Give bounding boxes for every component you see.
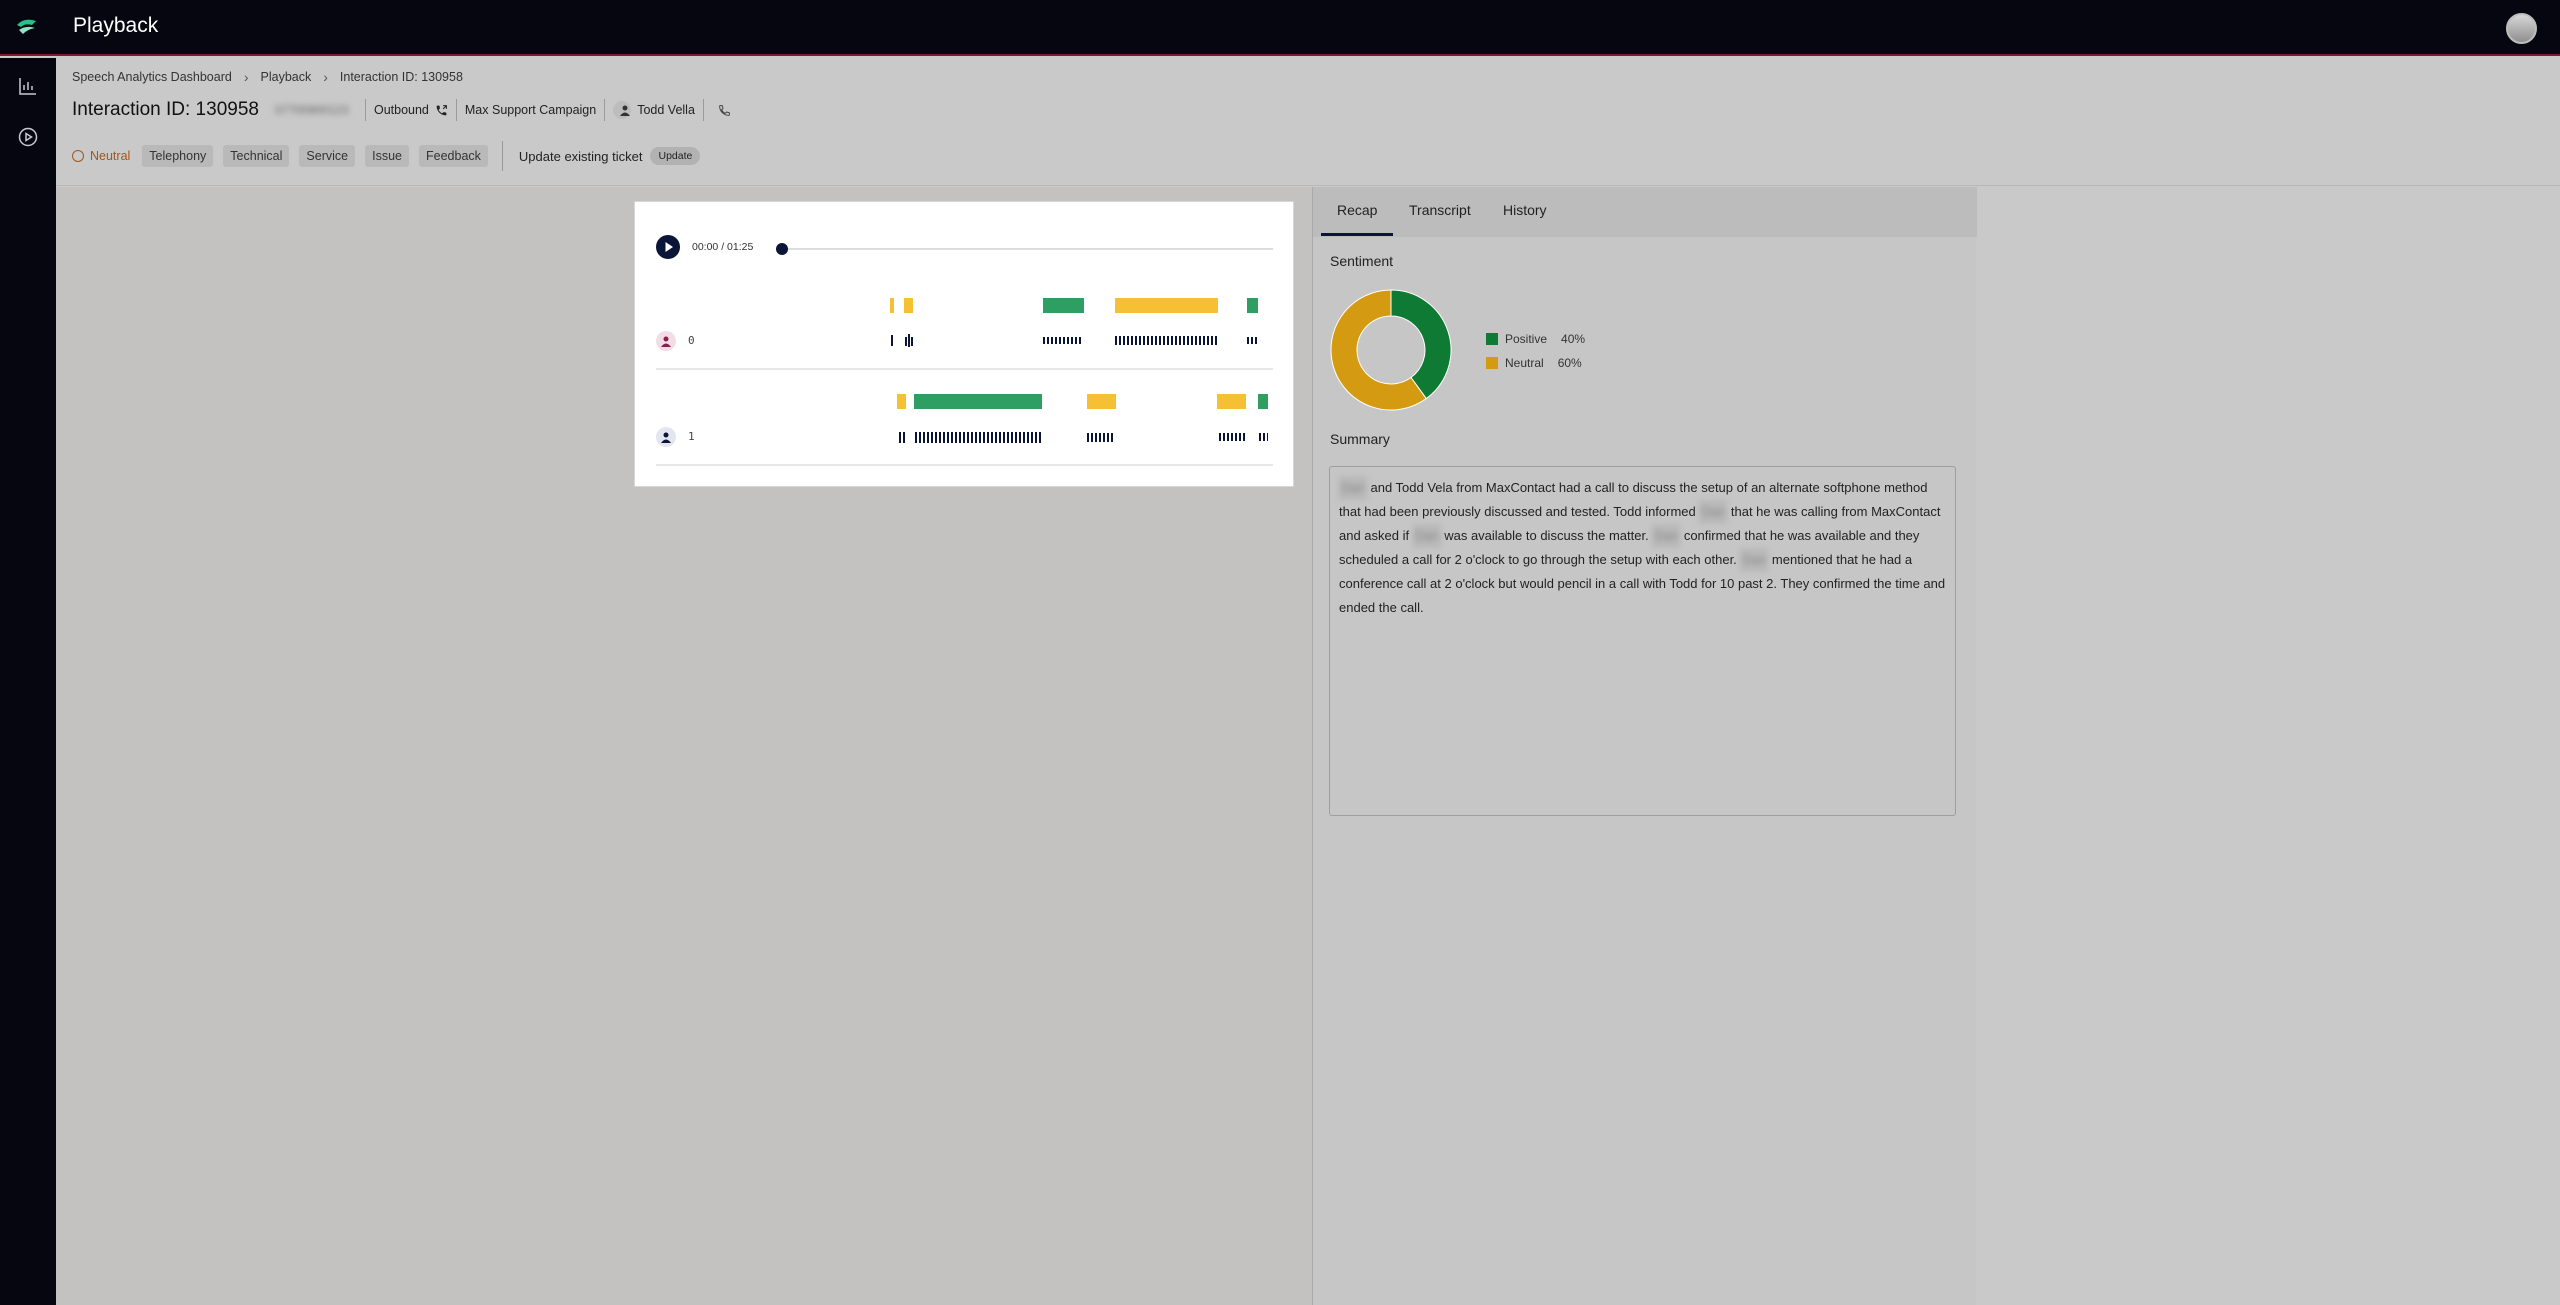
waveform-segment	[1258, 433, 1268, 441]
page-header: Speech Analytics Dashboard › Playback › …	[56, 58, 2560, 186]
person-icon	[661, 336, 671, 347]
play-circle-icon[interactable]	[17, 126, 39, 148]
speaker-0-avatar	[656, 331, 676, 351]
user-avatar-icon[interactable]	[2506, 13, 2537, 44]
redacted-name: Dan	[1699, 500, 1728, 524]
tags-row: Neutral Telephony Technical Service Issu…	[72, 141, 701, 171]
speaker-1-label: 1	[688, 430, 695, 443]
redacted-name: Dan	[1412, 524, 1441, 548]
speaker-0-label: 0	[688, 334, 695, 347]
person-icon	[661, 432, 671, 443]
sentiment-segment[interactable]	[1115, 298, 1218, 313]
top-bar: Playback	[0, 0, 2560, 56]
redacted-name: Dan	[1339, 476, 1367, 500]
waveform-segment	[897, 432, 907, 443]
tag-feedback[interactable]: Feedback	[419, 145, 488, 167]
tag-technical[interactable]: Technical	[223, 145, 290, 167]
tag-issue[interactable]: Issue	[365, 145, 409, 167]
legend-value: 40%	[1561, 332, 1586, 346]
title-row: Interaction ID: 130958 07700900123 Outbo…	[72, 96, 739, 124]
chevron-right-icon: ›	[323, 69, 328, 85]
legend-label: Neutral	[1505, 356, 1544, 370]
summary-text: Dan and Todd Vela from MaxContact had a …	[1329, 466, 1956, 816]
sentiment-segment[interactable]	[897, 394, 906, 409]
breadcrumb-item-current: Interaction ID: 130958	[339, 70, 463, 84]
waveform-segment	[905, 337, 907, 346]
legend-value: 60%	[1557, 356, 1582, 370]
tab-recap[interactable]: Recap	[1337, 202, 1377, 218]
speaker-1-waveform	[897, 432, 1268, 443]
summary-segment: was available to discuss the matter.	[1444, 528, 1649, 543]
right-panel: Recap Transcript History Sentiment Posit…	[1312, 187, 1977, 1305]
legend-item-neutral: Neutral 60%	[1486, 351, 1585, 375]
sentiment-donut-chart	[1330, 289, 1452, 411]
tab-transcript[interactable]: Transcript	[1409, 202, 1471, 218]
waveform-segment	[914, 432, 1041, 443]
breadcrumb: Speech Analytics Dashboard › Playback › …	[72, 69, 463, 85]
campaign-label: Max Support Campaign	[455, 99, 604, 121]
outbound-call-icon	[436, 104, 447, 115]
divider	[501, 141, 503, 171]
agent-name: Todd Vella	[637, 103, 695, 117]
person-icon	[613, 101, 632, 119]
redacted-name: Dan	[1652, 524, 1681, 548]
tag-service[interactable]: Service	[299, 145, 356, 167]
sidebar	[0, 58, 56, 1305]
chevron-right-icon: ›	[243, 69, 249, 85]
sentiment-segment[interactable]	[1258, 394, 1268, 409]
waveform-segment	[1115, 336, 1218, 345]
speaker-1-avatar	[656, 427, 676, 447]
active-tab-indicator	[1321, 233, 1393, 236]
sentiment-tag: Neutral	[72, 149, 130, 163]
app-title: Playback	[73, 14, 159, 37]
sentiment-segment[interactable]	[890, 298, 894, 313]
neutral-face-icon	[72, 150, 84, 162]
tab-history[interactable]: History	[1503, 202, 1547, 218]
brand-logo-icon[interactable]	[14, 15, 40, 39]
ticket-label: Update existing ticket	[518, 148, 643, 164]
direction-indicator: Outbound	[364, 99, 456, 121]
breadcrumb-item-playback[interactable]: Playback	[261, 70, 312, 84]
waveform-segment	[1247, 337, 1258, 344]
legend-label: Positive	[1505, 332, 1548, 346]
tab-bar: Recap Transcript History	[1313, 187, 1977, 237]
summary-title: Summary	[1330, 431, 1390, 447]
waveform-segment	[908, 334, 910, 347]
breadcrumb-item-dashboard[interactable]: Speech Analytics Dashboard	[72, 70, 232, 84]
waveform-segment	[891, 335, 893, 346]
speaker-0-waveform	[891, 334, 1258, 347]
sentiment-legend: Positive 40% Neutral 60%	[1486, 327, 1585, 375]
donut-slice-positive[interactable]	[1390, 289, 1452, 400]
agent-chip: Todd Vella	[604, 99, 703, 121]
waveform-segment	[1043, 337, 1083, 344]
sentiment-title: Sentiment	[1330, 253, 1394, 269]
waveform-segment	[911, 337, 913, 346]
sentiment-segment[interactable]	[1217, 394, 1246, 409]
sentiment-segment[interactable]	[1087, 394, 1116, 409]
waveform-segment	[1217, 433, 1245, 441]
direction-label: Outbound	[373, 103, 429, 117]
sentiment-segment[interactable]	[1247, 298, 1258, 313]
sentiment-segment[interactable]	[1043, 298, 1084, 313]
sentiment-segment[interactable]	[904, 298, 913, 313]
waveform-segment	[1087, 433, 1115, 442]
legend-swatch	[1486, 357, 1498, 369]
update-ticket-button[interactable]: Update	[650, 147, 701, 165]
audio-player: 00:00 / 01:25 0 1	[634, 201, 1294, 487]
sentiment-label: Neutral	[90, 149, 131, 163]
speaker-0-sentiment-bars	[890, 298, 1258, 313]
legend-item-positive: Positive 40%	[1486, 327, 1585, 351]
legend-swatch	[1486, 333, 1498, 345]
call-link-icon[interactable]	[702, 99, 739, 121]
bar-chart-icon[interactable]	[17, 75, 39, 97]
speaker-timeline	[656, 298, 1273, 466]
phone-number-blurred: 07700900123	[274, 103, 349, 117]
speaker-1-sentiment-bars	[897, 394, 1268, 409]
sentiment-segment[interactable]	[914, 394, 1042, 409]
redacted-name: Dan	[1740, 548, 1769, 572]
tag-telephony[interactable]: Telephony	[142, 145, 214, 167]
page-title: Interaction ID: 130958	[72, 99, 259, 120]
